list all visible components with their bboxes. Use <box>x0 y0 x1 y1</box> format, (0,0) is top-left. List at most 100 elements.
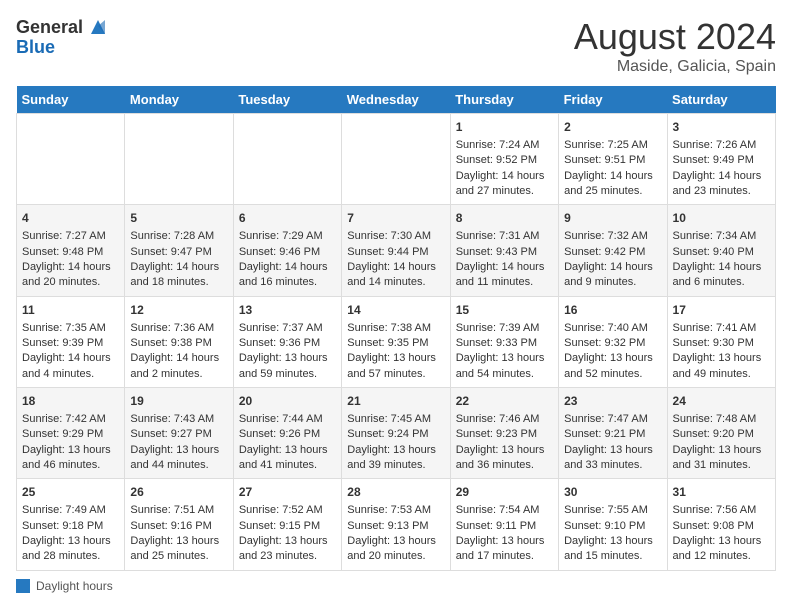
daylight-text: Daylight: 14 hours and 4 minutes. <box>22 352 111 379</box>
calendar-cell: 27Sunrise: 7:52 AMSunset: 9:15 PMDayligh… <box>233 479 341 570</box>
calendar-cell: 10 Sunrise: 7:34 AM Sunset: 9:40 PM Dayligh… <box>667 205 775 296</box>
sunset-text: Sunset: 9:23 PM <box>456 428 537 440</box>
calendar-cell <box>125 114 233 205</box>
day-header-tuesday: Tuesday <box>233 86 341 114</box>
title-area: August 2024 Maside, Galicia, Spain <box>574 16 776 76</box>
sunrise-text: Sunrise: 7:32 AM <box>564 230 648 242</box>
daylight-text: Daylight: 13 hours and 12 minutes. <box>673 535 762 562</box>
daylight-text: Daylight: 13 hours and 17 minutes. <box>456 535 545 562</box>
day-number: 10 <box>673 210 770 227</box>
day-header-friday: Friday <box>559 86 667 114</box>
day-number: 25 <box>22 484 119 501</box>
day-header-sunday: Sunday <box>17 86 125 114</box>
daylight-text: Daylight: 13 hours and 36 minutes. <box>456 444 545 471</box>
sunset-text: Sunset: 9:08 PM <box>673 520 754 532</box>
calendar-cell <box>342 114 450 205</box>
sunrise-text: Sunrise: 7:55 AM <box>564 504 648 516</box>
calendar-cell: 6Sunrise: 7:29 AMSunset: 9:46 PMDaylight… <box>233 205 341 296</box>
day-number: 12 <box>130 302 227 319</box>
calendar-cell <box>233 114 341 205</box>
sunrise-text: Sunrise: 7:43 AM <box>130 413 214 425</box>
sunset-text: Sunset: 9:48 PM <box>22 246 103 258</box>
sunset-text: Sunset: 9:40 PM <box>673 246 754 258</box>
calendar-cell: 1Sunrise: 7:24 AMSunset: 9:52 PMDaylight… <box>450 114 558 205</box>
day-number: 15 <box>456 302 553 319</box>
day-number: 11 <box>22 302 119 319</box>
daylight-text: Daylight: 13 hours and 39 minutes. <box>347 444 436 471</box>
daylight-text: Daylight: 14 hours and 6 minutes. <box>673 261 762 288</box>
sunset-text: Sunset: 9:52 PM <box>456 154 537 166</box>
calendar-cell: 9Sunrise: 7:32 AMSunset: 9:42 PMDaylight… <box>559 205 667 296</box>
sunset-text: Sunset: 9:46 PM <box>239 246 320 258</box>
calendar-week-row: 4Sunrise: 7:27 AMSunset: 9:48 PMDaylight… <box>17 205 776 296</box>
day-number: 26 <box>130 484 227 501</box>
calendar-cell: 7Sunrise: 7:30 AMSunset: 9:44 PMDaylight… <box>342 205 450 296</box>
daylight-text: Daylight: 13 hours and 57 minutes. <box>347 352 436 379</box>
sunrise-text: Sunrise: 7:28 AM <box>130 230 214 242</box>
day-number: 27 <box>239 484 336 501</box>
sunrise-text: Sunrise: 7:54 AM <box>456 504 540 516</box>
day-number: 23 <box>564 393 661 410</box>
sunset-text: Sunset: 9:10 PM <box>564 520 645 532</box>
sunrise-text: Sunrise: 7:29 AM <box>239 230 323 242</box>
calendar-cell: 28Sunrise: 7:53 AMSunset: 9:13 PMDayligh… <box>342 479 450 570</box>
day-header-saturday: Saturday <box>667 86 775 114</box>
calendar-cell: 31 Sunrise: 7:56 AM Sunset: 9:08 PM Dayligh… <box>667 479 775 570</box>
sunrise-text: Sunrise: 7:31 AM <box>456 230 540 242</box>
day-number: 1 <box>456 119 553 136</box>
sunrise-text: Sunrise: 7:26 AM <box>673 139 757 151</box>
calendar-cell: 17Sunrise: 7:41 AMSunset: 9:30 PMDayligh… <box>667 296 775 387</box>
sunset-text: Sunset: 9:15 PM <box>239 520 320 532</box>
calendar-cell: 24Sunrise: 7:48 AMSunset: 9:20 PMDayligh… <box>667 388 775 479</box>
sunset-text: Sunset: 9:33 PM <box>456 337 537 349</box>
sunrise-text: Sunrise: 7:56 AM <box>673 504 757 516</box>
daylight-text: Daylight: 14 hours and 2 minutes. <box>130 352 219 379</box>
sunrise-text: Sunrise: 7:40 AM <box>564 322 648 334</box>
sunset-text: Sunset: 9:21 PM <box>564 428 645 440</box>
sunrise-text: Sunrise: 7:49 AM <box>22 504 106 516</box>
sunset-text: Sunset: 9:51 PM <box>564 154 645 166</box>
sunrise-text: Sunrise: 7:48 AM <box>673 413 757 425</box>
sunset-text: Sunset: 9:30 PM <box>673 337 754 349</box>
daylight-text: Daylight: 14 hours and 14 minutes. <box>347 261 436 288</box>
sunset-text: Sunset: 9:42 PM <box>564 246 645 258</box>
day-header-wednesday: Wednesday <box>342 86 450 114</box>
sunrise-text: Sunrise: 7:34 AM <box>673 230 757 242</box>
calendar-cell: 4Sunrise: 7:27 AMSunset: 9:48 PMDaylight… <box>17 205 125 296</box>
daylight-text: Daylight: 13 hours and 46 minutes. <box>22 444 111 471</box>
sunset-text: Sunset: 9:24 PM <box>347 428 428 440</box>
daylight-text: Daylight: 13 hours and 44 minutes. <box>130 444 219 471</box>
sunrise-text: Sunrise: 7:39 AM <box>456 322 540 334</box>
sunset-text: Sunset: 9:32 PM <box>564 337 645 349</box>
day-number: 5 <box>130 210 227 227</box>
sunrise-text: Sunrise: 7:25 AM <box>564 139 648 151</box>
day-number: 31 <box>673 484 770 501</box>
daylight-text: Daylight: 13 hours and 59 minutes. <box>239 352 328 379</box>
daylight-text: Daylight: 13 hours and 31 minutes. <box>673 444 762 471</box>
daylight-text: Daylight: 13 hours and 25 minutes. <box>130 535 219 562</box>
sunrise-text: Sunrise: 7:42 AM <box>22 413 106 425</box>
sunset-text: Sunset: 9:26 PM <box>239 428 320 440</box>
sunrise-text: Sunrise: 7:37 AM <box>239 322 323 334</box>
sunset-text: Sunset: 9:49 PM <box>673 154 754 166</box>
sunrise-text: Sunrise: 7:52 AM <box>239 504 323 516</box>
sunset-text: Sunset: 9:13 PM <box>347 520 428 532</box>
calendar-cell: 18Sunrise: 7:42 AMSunset: 9:29 PMDayligh… <box>17 388 125 479</box>
daylight-text: Daylight: 13 hours and 15 minutes. <box>564 535 653 562</box>
calendar-cell: 14Sunrise: 7:38 AMSunset: 9:35 PMDayligh… <box>342 296 450 387</box>
calendar-week-row: 11Sunrise: 7:35 AMSunset: 9:39 PMDayligh… <box>17 296 776 387</box>
sunset-text: Sunset: 9:47 PM <box>130 246 211 258</box>
sunset-text: Sunset: 9:29 PM <box>22 428 103 440</box>
daylight-text: Daylight: 13 hours and 28 minutes. <box>22 535 111 562</box>
day-number: 4 <box>22 210 119 227</box>
sunset-text: Sunset: 9:20 PM <box>673 428 754 440</box>
calendar-cell: 26Sunrise: 7:51 AMSunset: 9:16 PMDayligh… <box>125 479 233 570</box>
daylight-text: Daylight: 14 hours and 18 minutes. <box>130 261 219 288</box>
daylight-text: Daylight: 14 hours and 9 minutes. <box>564 261 653 288</box>
day-number: 16 <box>564 302 661 319</box>
sunset-text: Sunset: 9:16 PM <box>130 520 211 532</box>
calendar-cell: 25Sunrise: 7:49 AMSunset: 9:18 PMDayligh… <box>17 479 125 570</box>
calendar-cell: 15Sunrise: 7:39 AMSunset: 9:33 PMDayligh… <box>450 296 558 387</box>
sunset-text: Sunset: 9:36 PM <box>239 337 320 349</box>
day-number: 20 <box>239 393 336 410</box>
